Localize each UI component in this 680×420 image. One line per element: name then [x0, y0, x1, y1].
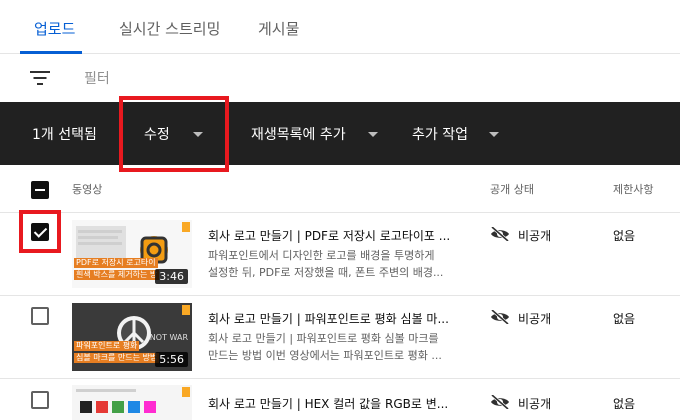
tab-posts[interactable]: 게시물: [258, 18, 299, 39]
thumbnail-badge-icon: [182, 387, 190, 397]
row-checkbox[interactable]: [31, 391, 49, 409]
edit-highlight-box: [119, 96, 229, 172]
video-description: 회사 로고 만들기 | 파워포인트로 평화 심볼 마크를 만드는 방법 이번 영…: [208, 330, 448, 364]
tab-uploads[interactable]: 업로드: [34, 18, 75, 39]
visibility-label: 비공개: [518, 229, 552, 243]
header-video: 동영상: [72, 183, 103, 196]
header-restrictions: 제한사항: [613, 183, 654, 196]
thumbnail-caption-1: PDF로 저장시 로고타이: [74, 258, 158, 268]
table-row[interactable]: NOT WAR 파워포인트로 평화 심볼 마크를 만드는 방법 5:56 회사 …: [0, 296, 680, 379]
selection-action-bar: 1개 선택됨 수정 재생목록에 추가 추가 작업: [0, 102, 680, 165]
video-duration: 5:56: [155, 352, 188, 367]
tab-bar: 업로드 실시간 스트리밍 게시물: [0, 0, 680, 54]
eye-off-icon: [491, 310, 509, 324]
video-title[interactable]: 회사 로고 만들기 | 파워포인트로 평화 심볼 마...: [208, 310, 449, 327]
thumbnail-caption-2: 심볼 마크를 만드는 방법: [74, 353, 160, 363]
select-all-checkbox[interactable]: [31, 181, 49, 199]
thumbnail-badge-icon: [182, 305, 190, 315]
video-title[interactable]: 회사 로고 만들기 | PDF로 저장시 로고타이포 ...: [208, 227, 450, 244]
thumbnail-caption-2: 흰색 박스를 제거하는 방: [74, 270, 160, 280]
video-thumbnail[interactable]: [72, 385, 192, 420]
video-description-line: 설정한 뒤, PDF로 저장했을 때, 폰트 주변의 배경...: [208, 266, 444, 279]
more-actions-dropdown[interactable]: 추가 작업: [412, 124, 468, 144]
table-header: 동영상 공개 상태 제한사항: [0, 165, 680, 213]
thumbnail-caption-1: 파워포인트로 평화: [74, 341, 140, 351]
eye-off-icon: [491, 395, 509, 409]
row-checkbox[interactable]: [31, 307, 49, 325]
video-duration: 3:46: [155, 269, 188, 284]
video-thumbnail[interactable]: PDF로 저장시 로고타이 흰색 박스를 제거하는 방 3:46: [72, 220, 192, 288]
thumbnail-art: [72, 385, 192, 420]
video-description-line: 파워포인트에서 디자인한 로고를 배경을 투명하게: [208, 249, 435, 262]
header-visibility: 공개 상태: [490, 183, 534, 196]
selected-count: 1개 선택됨: [32, 127, 97, 143]
more-actions-caret-down-icon[interactable]: [489, 132, 499, 137]
video-thumbnail[interactable]: NOT WAR 파워포인트로 평화 심볼 마크를 만드는 방법 5:56: [72, 303, 192, 371]
eye-off-icon: [491, 227, 509, 241]
filter-row: 필터: [0, 54, 680, 102]
filter-icon[interactable]: [30, 71, 50, 85]
video-description-line: 회사 로고 만들기 | 파워포인트로 평화 심볼 마크를: [208, 332, 439, 345]
video-description: 파워포인트에서 디자인한 로고를 배경을 투명하게 설정한 뒤, PDF로 저장…: [208, 247, 448, 281]
thumbnail-badge-icon: [182, 222, 190, 232]
visibility-label: 비공개: [518, 312, 552, 326]
video-description-line: 만드는 방법 이번 영상에서는 파워포인트로 평화 ...: [208, 349, 442, 362]
table-row[interactable]: 회사 로고 만들기 | HEX 컬러 값을 RGB로 변... 비공개 없음: [0, 379, 680, 420]
video-title[interactable]: 회사 로고 만들기 | HEX 컬러 값을 RGB로 변...: [208, 395, 448, 412]
playlist-caret-down-icon[interactable]: [368, 132, 378, 137]
tab-live[interactable]: 실시간 스트리밍: [119, 18, 220, 39]
table-row[interactable]: PDF로 저장시 로고타이 흰색 박스를 제거하는 방 3:46 회사 로고 만…: [0, 213, 680, 296]
restriction-value: 없음: [613, 397, 636, 411]
restriction-value: 없음: [613, 312, 636, 326]
checkbox-highlight-box: [19, 210, 61, 253]
add-to-playlist-dropdown[interactable]: 재생목록에 추가: [251, 124, 346, 144]
thumbnail-text: NOT WAR: [149, 333, 188, 342]
filter-input[interactable]: 필터: [84, 68, 110, 88]
visibility-label: 비공개: [518, 397, 552, 411]
restriction-value: 없음: [613, 229, 636, 243]
